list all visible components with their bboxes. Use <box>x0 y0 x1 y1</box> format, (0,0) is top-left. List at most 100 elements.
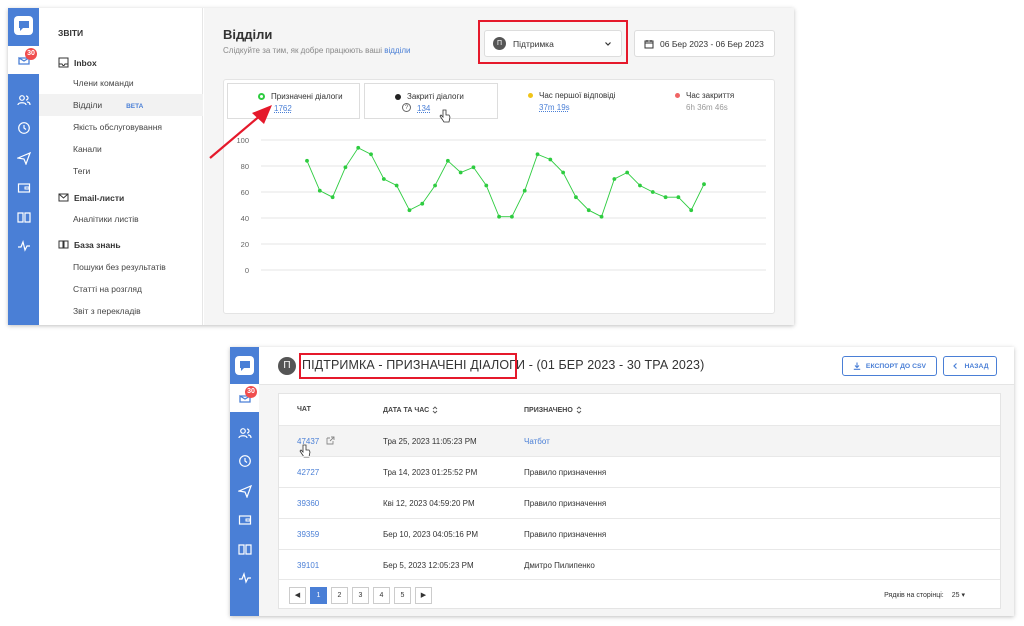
data-point[interactable] <box>433 183 437 188</box>
menu-item-tags[interactable]: Теги <box>39 160 203 182</box>
users-icon[interactable] <box>230 419 259 447</box>
calendar-icon <box>644 39 654 48</box>
metric-closing-time[interactable]: Час закриття 6h 36m 46s <box>654 83 774 119</box>
date-range-value: 06 Бер 2023 - 06 Бер 2023 <box>660 38 764 49</box>
menu-item-articles-review[interactable]: Статті на розгляд <box>39 278 203 300</box>
menu-item-searches-no-results[interactable]: Пошуки без результатів <box>39 256 203 278</box>
metric-value[interactable]: 134 <box>417 104 430 113</box>
activity-icon[interactable] <box>8 232 39 260</box>
subtitle-link[interactable]: відділи <box>384 46 410 55</box>
data-point[interactable] <box>612 177 617 181</box>
data-point[interactable] <box>394 183 399 188</box>
rows-per-page-label: Рядків на сторінці: <box>884 591 944 599</box>
chat-id-link[interactable]: 39360 <box>297 499 319 508</box>
app-rail: 30 <box>230 347 259 616</box>
metric-value[interactable]: 1762 <box>274 104 292 113</box>
data-point[interactable] <box>561 170 566 175</box>
book-icon[interactable] <box>230 535 259 563</box>
chat-logo-icon[interactable] <box>235 356 254 375</box>
send-icon[interactable] <box>230 477 259 505</box>
chat-id-link[interactable]: 39101 <box>297 561 319 570</box>
assigned-cell[interactable]: Чатбот <box>524 437 550 446</box>
data-point[interactable] <box>676 195 681 200</box>
data-point[interactable] <box>330 195 335 200</box>
metric-closed-dialogs[interactable]: Закриті діалоги 134 ? <box>364 83 498 119</box>
chat-id-link[interactable]: 42727 <box>297 468 319 477</box>
menu-item-service-quality[interactable]: Якість обслуговування <box>39 116 203 138</box>
metric-first-response-time[interactable]: Час першої відповіді 37m 19s <box>504 83 638 119</box>
menu-item-translation-report[interactable]: Звіт з перекладів <box>39 300 203 322</box>
prev-page-button[interactable]: ◀ <box>289 587 306 604</box>
page-button-4[interactable]: 4 <box>373 587 390 604</box>
wallet-icon[interactable] <box>8 174 39 202</box>
book-icon[interactable] <box>8 203 39 231</box>
menu-header: ЗВІТИ <box>58 28 84 38</box>
metric-value[interactable]: 37m 19s <box>539 103 570 112</box>
data-point[interactable] <box>689 208 694 213</box>
chat-logo-icon[interactable] <box>14 16 33 35</box>
data-point[interactable] <box>356 145 361 150</box>
data-point[interactable] <box>343 165 348 170</box>
chat-id-link[interactable]: 39359 <box>297 530 319 539</box>
menu-item-email-analytics[interactable]: Аналітики листів <box>39 208 203 230</box>
data-point[interactable] <box>471 165 476 170</box>
users-icon[interactable] <box>8 86 39 114</box>
data-point[interactable] <box>445 158 450 163</box>
back-button[interactable]: НАЗАД <box>943 356 997 376</box>
metric-dot-icon <box>528 93 533 98</box>
data-point[interactable] <box>510 214 514 219</box>
chevron-left-icon <box>953 363 958 369</box>
send-icon[interactable] <box>8 144 39 172</box>
metric-label: Час закриття <box>675 91 734 100</box>
menu-item-channels[interactable]: Канали <box>39 138 203 160</box>
data-point[interactable] <box>638 183 642 188</box>
help-icon[interactable]: ? <box>402 103 411 112</box>
menu-section-label: База знань <box>74 239 121 250</box>
data-point[interactable] <box>663 195 668 200</box>
data-point[interactable] <box>548 157 553 162</box>
data-point[interactable] <box>625 170 630 175</box>
table-row: 47437 Тра 25, 2023 11:05:23 PM Чатбот <box>279 425 1000 458</box>
column-header-assigned[interactable]: ПРИЗНАЧЕНО <box>524 406 582 414</box>
clock-icon[interactable] <box>8 114 39 142</box>
rail-badge: 30 <box>25 48 37 60</box>
data-point[interactable] <box>381 177 386 181</box>
inbox-icon[interactable]: 30 <box>8 46 39 74</box>
data-point[interactable] <box>305 158 309 163</box>
activity-icon[interactable] <box>230 564 259 592</box>
page-button-2[interactable]: 2 <box>331 587 348 604</box>
menu-section-label: Inbox <box>74 57 97 68</box>
data-point[interactable] <box>650 190 655 194</box>
date-range-picker[interactable]: 06 Бер 2023 - 06 Бер 2023 <box>634 30 775 57</box>
y-tick-label: 60 <box>241 188 249 197</box>
column-header-chat: ЧАТ <box>297 406 311 413</box>
menu-item-team-members[interactable]: Члени команди <box>39 72 203 94</box>
data-point[interactable] <box>484 183 489 188</box>
data-point[interactable] <box>586 208 591 213</box>
menu-item-departments[interactable]: Відділи BETA <box>39 94 203 116</box>
data-point[interactable] <box>522 188 527 193</box>
data-point[interactable] <box>317 188 322 193</box>
page-button-3[interactable]: 3 <box>352 587 369 604</box>
data-point[interactable] <box>535 152 540 157</box>
next-page-button[interactable]: ▶ <box>415 587 432 604</box>
data-point[interactable] <box>574 195 578 200</box>
column-header-datetime[interactable]: ДАТА ТА ЧАС <box>383 406 438 414</box>
page-button-1[interactable]: 1 <box>310 587 327 604</box>
page-button-5[interactable]: 5 <box>394 587 411 604</box>
external-link-icon[interactable] <box>326 436 335 445</box>
table-row: 39359 Бер 10, 2023 04:05:16 PM Правило п… <box>279 518 1000 549</box>
wallet-icon[interactable] <box>230 506 259 534</box>
inbox-icon[interactable]: 30 <box>230 384 259 412</box>
assigned-cell: Правило призначення <box>524 468 607 477</box>
export-csv-button[interactable]: ЕКСПОРТ ДО CSV <box>842 356 937 376</box>
data-point[interactable] <box>458 170 463 175</box>
data-point[interactable] <box>407 208 412 213</box>
data-point[interactable] <box>702 182 706 187</box>
data-point[interactable] <box>369 152 373 157</box>
data-point[interactable] <box>420 201 425 206</box>
data-point[interactable] <box>497 214 501 219</box>
clock-icon[interactable] <box>230 447 259 475</box>
data-point[interactable] <box>599 214 604 219</box>
rows-per-page-select[interactable]: 25 ▾ <box>952 591 965 599</box>
